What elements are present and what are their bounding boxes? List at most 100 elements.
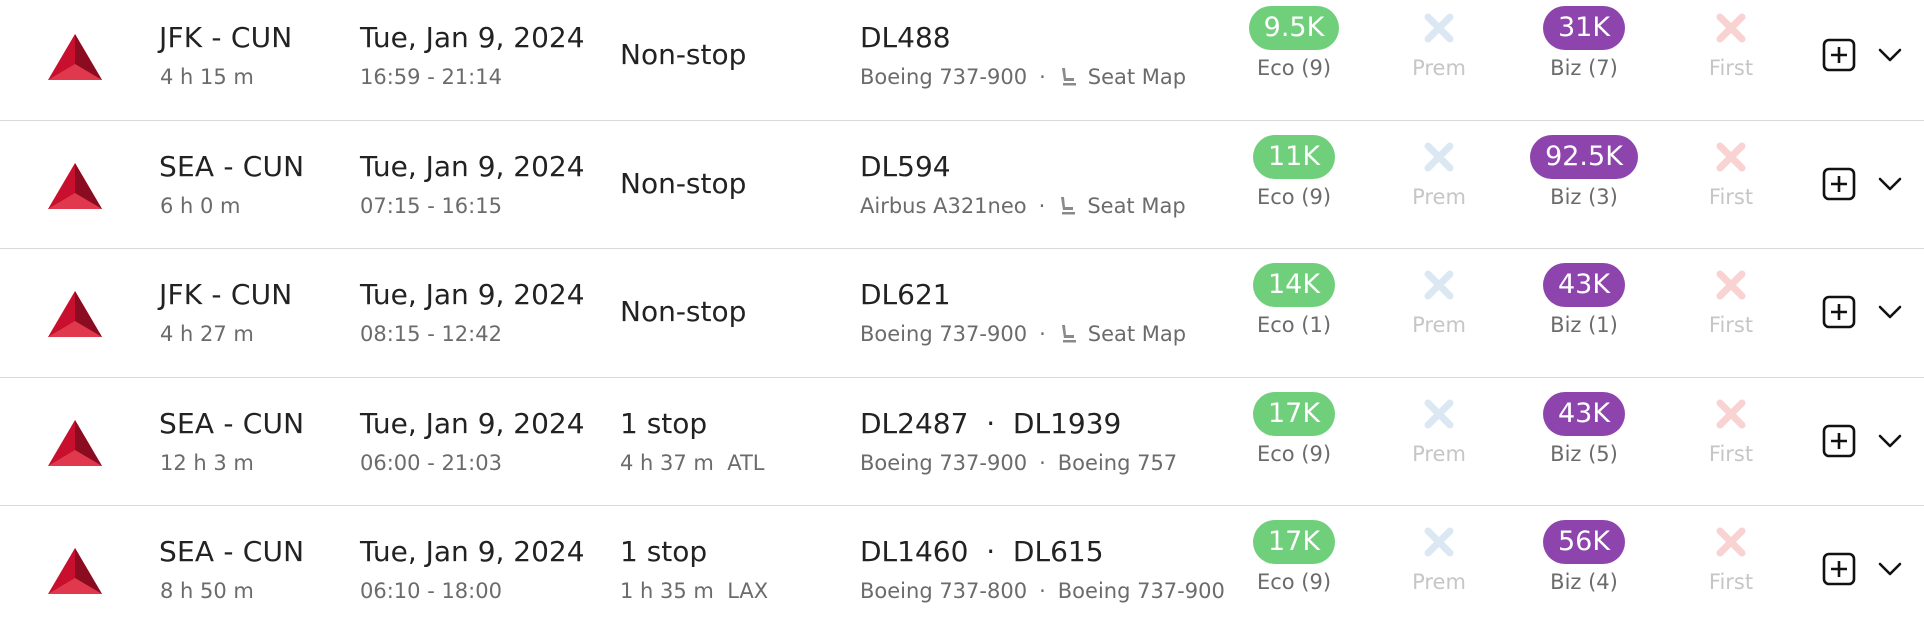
flight-results-list: JFK - CUN 4 h 15 m Tue, Jan 9, 2024 16:5… <box>0 0 1924 635</box>
flight-row[interactable]: SEA - CUN 8 h 50 m Tue, Jan 9, 2024 06:1… <box>0 506 1924 635</box>
times-text: 08:15 - 12:42 <box>360 322 502 346</box>
eco-price-pill[interactable]: 11K <box>1252 134 1336 179</box>
eco-fare[interactable]: 11K Eco (9) <box>1224 134 1364 209</box>
unavailable-x-icon <box>1716 399 1746 428</box>
prem-fare: Prem <box>1369 263 1509 337</box>
flight-row[interactable]: SEA - CUN 12 h 3 m Tue, Jan 9, 2024 06:0… <box>0 378 1924 506</box>
unavailable-x-icon <box>1424 270 1454 300</box>
biz-fare[interactable]: 92.5K Biz (3) <box>1514 134 1654 209</box>
first-fare: First <box>1661 135 1801 209</box>
flight-numbers: DL488 <box>860 21 951 54</box>
flight-numbers: DL1460 · DL615 <box>860 535 1104 568</box>
flight-numbers: DL594 <box>860 149 951 183</box>
unavailable-x-icon <box>1424 399 1454 428</box>
prem-fare: Prem <box>1369 135 1509 209</box>
eco-price-pill[interactable]: 9.5K <box>1248 6 1340 50</box>
chevron-down-icon[interactable] <box>1877 430 1903 452</box>
separator-dot: · <box>1039 450 1046 475</box>
eco-price-pill[interactable]: 14K <box>1252 263 1336 307</box>
stops-text: 1 stop <box>620 406 708 440</box>
aircraft-name: Boeing 737-800 <box>860 579 1028 603</box>
eco-price-pill[interactable]: 17K <box>1252 391 1336 436</box>
flight-row[interactable]: SEA - CUN 6 h 0 m Tue, Jan 9, 2024 07:15… <box>0 121 1924 249</box>
seat-map-link[interactable]: Seat Map <box>1088 65 1186 89</box>
stops-text: Non-stop <box>620 295 747 328</box>
aircraft-name: Boeing 737-900 <box>860 450 1028 475</box>
aircraft-info: Boeing 737-900 · Seat Map <box>860 65 1186 89</box>
eco-label: Eco (9) <box>1256 56 1332 80</box>
biz-label: Biz (7) <box>1550 56 1618 80</box>
biz-fare[interactable]: 56K Biz (4) <box>1514 520 1654 594</box>
chevron-down-icon[interactable] <box>1877 44 1903 66</box>
route-text: JFK - CUN <box>159 21 293 54</box>
duration-text: 4 h 15 m <box>160 65 254 89</box>
aircraft-name: Boeing 737-900 <box>1057 579 1225 603</box>
first-fare: First <box>1661 520 1801 594</box>
date-text: Tue, Jan 9, 2024 <box>360 21 585 54</box>
eco-fare[interactable]: 17K Eco (9) <box>1224 391 1364 466</box>
seat-map-link[interactable]: Seat Map <box>1087 194 1185 218</box>
biz-price-pill[interactable]: 43K <box>1542 263 1626 307</box>
duration-text: 6 h 0 m <box>160 193 241 218</box>
first-label: First <box>1708 441 1754 466</box>
first-fare: First <box>1661 6 1801 80</box>
aircraft-info: Airbus A321neo · Seat Map <box>860 194 1186 218</box>
flight-row[interactable]: JFK - CUN 4 h 27 m Tue, Jan 9, 2024 08:1… <box>0 249 1924 378</box>
eco-fare[interactable]: 9.5K Eco (9) <box>1224 6 1364 80</box>
unavailable-x-icon <box>1424 142 1454 171</box>
biz-label: Biz (5) <box>1550 441 1618 466</box>
aircraft-info: Boeing 737-800 · Boeing 737-900 <box>860 579 1225 603</box>
add-box-icon[interactable] <box>1822 552 1856 586</box>
aircraft-name: Boeing 757 <box>1057 450 1178 475</box>
chevron-down-icon[interactable] <box>1877 558 1903 580</box>
first-fare: First <box>1661 392 1801 466</box>
biz-fare[interactable]: 43K Biz (5) <box>1514 391 1654 466</box>
seat-icon <box>1061 196 1076 214</box>
route-text: SEA - CUN <box>159 149 305 183</box>
unavailable-x-icon <box>1424 527 1454 557</box>
biz-price-pill[interactable]: 56K <box>1542 520 1626 564</box>
biz-price-pill[interactable]: 43K <box>1542 391 1626 436</box>
add-box-icon[interactable] <box>1822 295 1856 329</box>
delta-logo-icon <box>48 291 102 337</box>
eco-label: Eco (9) <box>1256 570 1332 594</box>
prem-fare: Prem <box>1369 392 1509 466</box>
flight-numbers: DL2487 · DL1939 <box>860 406 1122 440</box>
date-text: Tue, Jan 9, 2024 <box>360 278 585 311</box>
biz-price-pill[interactable]: 31K <box>1542 6 1626 50</box>
prem-label: Prem <box>1412 56 1466 80</box>
biz-price-pill[interactable]: 92.5K <box>1530 134 1638 179</box>
unavailable-x-icon <box>1716 270 1746 300</box>
aircraft-name: Boeing 737-900 <box>860 65 1028 89</box>
biz-label: Biz (1) <box>1550 313 1618 337</box>
aircraft-name: Boeing 737-900 <box>860 322 1028 346</box>
flight-row[interactable]: JFK - CUN 4 h 15 m Tue, Jan 9, 2024 16:5… <box>0 0 1924 121</box>
delta-logo-icon <box>48 419 102 466</box>
delta-logo-icon <box>48 34 102 80</box>
biz-fare[interactable]: 43K Biz (1) <box>1514 263 1654 337</box>
seat-map-link[interactable]: Seat Map <box>1088 322 1186 346</box>
add-box-icon[interactable] <box>1822 38 1856 72</box>
layover-text: 4 h 37 m ATL <box>620 450 765 475</box>
chevron-down-icon[interactable] <box>1877 301 1903 323</box>
add-box-icon[interactable] <box>1822 424 1856 458</box>
eco-label: Eco (9) <box>1256 184 1332 209</box>
prem-label: Prem <box>1412 441 1466 466</box>
prem-label: Prem <box>1412 313 1466 337</box>
date-text: Tue, Jan 9, 2024 <box>360 149 585 183</box>
eco-price-pill[interactable]: 17K <box>1252 520 1336 564</box>
biz-label: Biz (4) <box>1550 570 1618 594</box>
times-text: 07:15 - 16:15 <box>360 193 502 218</box>
add-box-icon[interactable] <box>1822 167 1856 201</box>
eco-fare[interactable]: 14K Eco (1) <box>1224 263 1364 337</box>
duration-text: 12 h 3 m <box>160 450 254 475</box>
first-fare: First <box>1661 263 1801 337</box>
chevron-down-icon[interactable] <box>1877 173 1903 195</box>
eco-fare[interactable]: 17K Eco (9) <box>1224 520 1364 594</box>
unavailable-x-icon <box>1424 13 1454 43</box>
prem-label: Prem <box>1412 184 1466 209</box>
first-label: First <box>1708 570 1754 594</box>
prem-fare: Prem <box>1369 6 1509 80</box>
biz-fare[interactable]: 31K Biz (7) <box>1514 6 1654 80</box>
first-label: First <box>1708 184 1754 209</box>
